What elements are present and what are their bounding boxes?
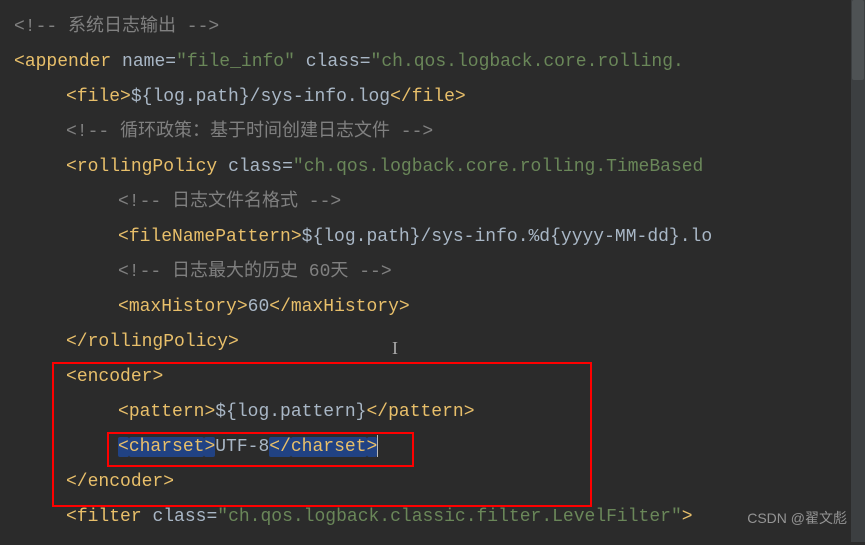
code-line: <!-- 系统日志输出 --> [14, 10, 851, 45]
vertical-scrollbar[interactable] [851, 0, 865, 542]
scrollbar-thumb[interactable] [852, 0, 864, 80]
text-cursor [377, 435, 378, 457]
code-line: </rollingPolicy> [14, 325, 851, 360]
code-line: <filter class="ch.qos.logback.classic.fi… [14, 500, 851, 535]
code-line: <maxHistory>60</maxHistory> [14, 290, 851, 325]
xml-comment: <!-- 系统日志输出 --> [14, 17, 219, 37]
xml-comment: <!-- 循环政策：基于时间创建日志文件 --> [66, 122, 433, 142]
code-line: <file>${log.path}/sys-info.log</file> [14, 80, 851, 115]
code-line: <!-- 日志文件名格式 --> [14, 185, 851, 220]
watermark-text: CSDN @翟文彪 [747, 501, 847, 536]
code-line: <charset>UTF-8</charset> [14, 430, 851, 465]
code-line: <!-- 循环政策：基于时间创建日志文件 --> [14, 115, 851, 150]
xml-comment: <!-- 日志文件名格式 --> [118, 192, 341, 212]
code-line: <appender name="file_info" class="ch.qos… [14, 45, 851, 80]
code-editor[interactable]: <!-- 系统日志输出 --> <appender name="file_inf… [0, 0, 865, 545]
code-line: <fileNamePattern>${log.path}/sys-info.%d… [14, 220, 851, 255]
code-line: <!-- 日志最大的历史 60天 --> [14, 255, 851, 290]
code-line: </encoder> [14, 465, 851, 500]
code-line: <encoder> [14, 360, 851, 395]
code-line: <rollingPolicy class="ch.qos.logback.cor… [14, 150, 851, 185]
code-line: <pattern>${log.pattern}</pattern> [14, 395, 851, 430]
xml-comment: <!-- 日志最大的历史 60天 --> [118, 262, 392, 282]
